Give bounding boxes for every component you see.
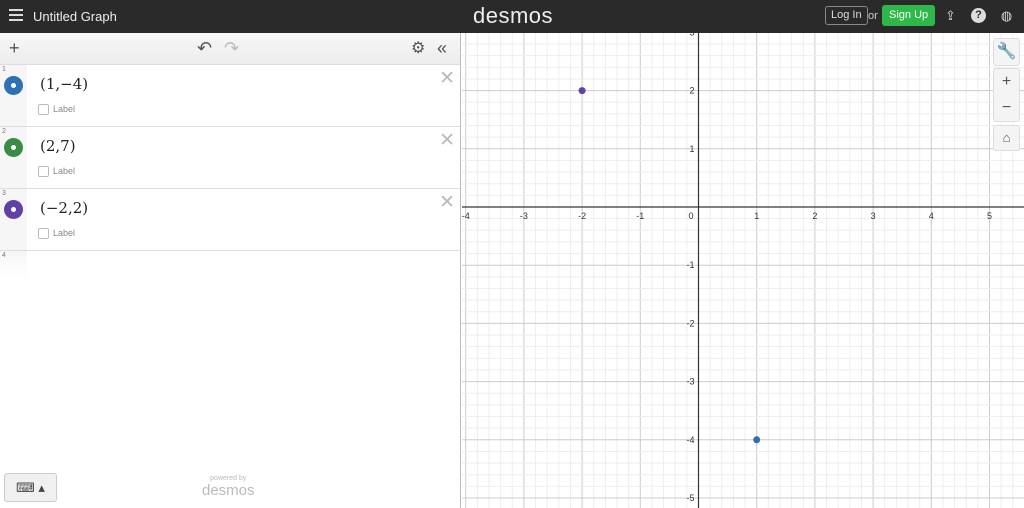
label-checkbox[interactable]: Label bbox=[38, 166, 76, 178]
label-text: Label bbox=[53, 228, 76, 238]
keyboard-toggle[interactable]: ⌨ ▴ bbox=[4, 473, 57, 502]
log-in-button[interactable]: Log In bbox=[825, 6, 868, 25]
origin-label: 0 bbox=[688, 211, 693, 221]
expression-input[interactable]: (1,−4) bbox=[40, 75, 88, 93]
expression-index: 2 bbox=[2, 128, 6, 135]
x-tick-label: -4 bbox=[462, 211, 470, 221]
expression-input[interactable]: (−2,2) bbox=[40, 199, 88, 217]
home-button[interactable]: ⌂ bbox=[993, 125, 1020, 151]
y-tick-label: 3 bbox=[689, 33, 694, 37]
expression-toolbar: + ↶ ↷ ⚙ « bbox=[0, 33, 460, 65]
point-color-icon[interactable] bbox=[4, 200, 23, 219]
label-text: Label bbox=[53, 104, 76, 114]
y-tick-label: -3 bbox=[686, 377, 694, 387]
checkbox-icon[interactable] bbox=[38, 228, 49, 240]
checkbox-icon[interactable] bbox=[38, 104, 49, 116]
collapse-panel-icon[interactable]: « bbox=[437, 38, 447, 59]
empty-expression[interactable]: 4 bbox=[0, 251, 460, 281]
graph-canvas[interactable]: -4 -3 -2 -1 1 2 3 4 5 3 2 1 -1 -2 -3 -4 -5 0 bbox=[462, 33, 1024, 508]
zoom-out-button[interactable]: − bbox=[994, 95, 1019, 121]
graph-title[interactable]: Untitled Graph bbox=[33, 9, 117, 24]
desmos-logo: desmos bbox=[473, 3, 554, 28]
label-checkbox[interactable]: Label bbox=[38, 228, 76, 240]
expression-gutter bbox=[0, 65, 27, 126]
x-tick-label: -1 bbox=[636, 211, 644, 221]
y-tick-label: 2 bbox=[689, 86, 694, 96]
point-color-icon[interactable] bbox=[4, 76, 23, 95]
expression-item[interactable]: 2 (2,7) Label ✕ bbox=[0, 127, 460, 189]
checkbox-icon[interactable] bbox=[38, 166, 49, 178]
x-tick-label: 3 bbox=[871, 211, 876, 221]
x-tick-label: 4 bbox=[929, 211, 934, 221]
expression-item[interactable]: 1 (1,−4) Label ✕ bbox=[0, 65, 460, 127]
powered-by-text: powered by bbox=[210, 475, 247, 482]
share-icon[interactable]: ⇪ bbox=[943, 8, 958, 23]
point-color-icon[interactable] bbox=[4, 138, 23, 157]
x-tick-label: 2 bbox=[812, 211, 817, 221]
gear-icon[interactable]: ⚙ bbox=[411, 38, 425, 58]
label-text: Label bbox=[53, 166, 76, 176]
zoom-controls: + − bbox=[993, 68, 1020, 122]
powered-by-desmos: powered by desmos bbox=[202, 475, 255, 500]
y-tick-label: -1 bbox=[686, 260, 694, 270]
expression-index: 3 bbox=[2, 190, 6, 197]
expression-index: 4 bbox=[2, 252, 6, 259]
expression-panel: + ↶ ↷ ⚙ « 1 (1,−4) Label ✕ 2 (2,7) Label… bbox=[0, 33, 461, 508]
delete-icon[interactable]: ✕ bbox=[439, 67, 455, 90]
x-tick-label: 1 bbox=[754, 211, 759, 221]
redo-icon[interactable]: ↷ bbox=[224, 38, 239, 59]
y-tick-label: 1 bbox=[689, 144, 694, 154]
x-tick-label: -2 bbox=[578, 211, 586, 221]
y-tick-label: -2 bbox=[686, 318, 694, 328]
y-tick-label: -4 bbox=[686, 435, 694, 445]
label-checkbox[interactable]: Label bbox=[38, 104, 76, 116]
undo-icon[interactable]: ↶ bbox=[197, 38, 212, 59]
expression-index: 1 bbox=[2, 66, 6, 73]
top-bar: Untitled Graph desmos Log In or Sign Up … bbox=[0, 0, 1024, 33]
expression-gutter bbox=[0, 189, 27, 250]
expression-gutter bbox=[0, 127, 27, 188]
y-tick-label: -5 bbox=[686, 493, 694, 503]
wrench-icon[interactable]: 🔧 bbox=[993, 38, 1020, 66]
add-expression-icon[interactable]: + bbox=[9, 38, 20, 59]
sign-up-button[interactable]: Sign Up bbox=[882, 5, 936, 26]
delete-icon[interactable]: ✕ bbox=[439, 129, 455, 152]
help-icon[interactable]: ? bbox=[971, 8, 986, 23]
menu-icon[interactable] bbox=[9, 9, 23, 23]
x-tick-label: -3 bbox=[520, 211, 528, 221]
zoom-in-button[interactable]: + bbox=[994, 69, 1019, 95]
expression-item[interactable]: 3 (−2,2) Label ✕ bbox=[0, 189, 460, 251]
plotted-point bbox=[753, 436, 761, 444]
plotted-point bbox=[578, 87, 586, 95]
x-tick-label: 5 bbox=[987, 211, 992, 221]
delete-icon[interactable]: ✕ bbox=[439, 191, 455, 214]
globe-icon[interactable]: ◍ bbox=[999, 8, 1014, 23]
powered-logo: desmos bbox=[202, 482, 255, 499]
expression-input[interactable]: (2,7) bbox=[40, 137, 76, 155]
or-text: or bbox=[868, 10, 878, 22]
